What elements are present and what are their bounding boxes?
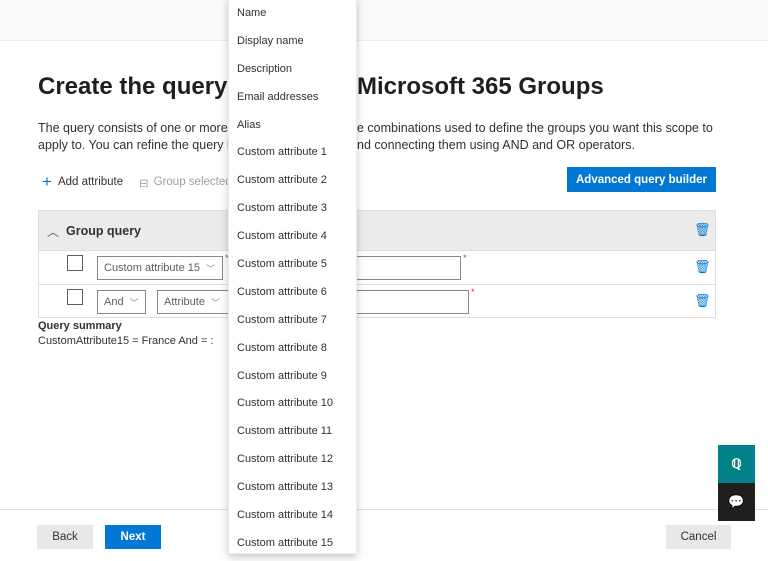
- group-query-title: Group query: [66, 224, 142, 238]
- page-title: Create the query: [38, 73, 228, 100]
- query-summary-text: CustomAttribute15 = France And = :: [38, 335, 214, 347]
- plus-icon: +: [42, 172, 52, 191]
- query-summary-label: Query summary: [38, 320, 122, 332]
- description: e combinations used to define the groups…: [357, 121, 713, 135]
- chevron-down-icon: ﹀: [129, 297, 139, 308]
- row-checkbox[interactable]: [67, 289, 83, 305]
- dropdown-option[interactable]: Description: [229, 55, 356, 83]
- dropdown-option[interactable]: Custom attribute 10: [229, 389, 356, 417]
- trash-icon[interactable]: 🗑: [694, 222, 711, 238]
- query-row: Custom attribute 15﹀ * e * 🗑: [39, 251, 715, 285]
- advanced-query-builder-button[interactable]: Advanced query builder: [567, 167, 716, 192]
- dropdown-option[interactable]: Custom attribute 2: [229, 166, 356, 194]
- cancel-button[interactable]: Cancel: [666, 525, 731, 549]
- required-marker: *: [471, 287, 475, 297]
- description: The query consists of one or more: [38, 121, 228, 135]
- dropdown-option[interactable]: Custom attribute 4: [229, 222, 356, 250]
- group-selected-button[interactable]: ⊟ Group selected: [139, 176, 232, 190]
- attribute-dropdown-menu: Name Display name Description Email address…: [228, 0, 357, 554]
- dropdown-option[interactable]: Name: [229, 0, 356, 27]
- top-strip: [0, 0, 768, 40]
- dropdown-option[interactable]: Custom attribute 7: [229, 306, 356, 334]
- row-checkbox[interactable]: [67, 255, 83, 271]
- add-attribute-button[interactable]: + Add attribute: [42, 172, 124, 191]
- dropdown-option[interactable]: Display name: [229, 27, 356, 55]
- description: apply to. You can refine the query b: [38, 138, 234, 152]
- dropdown-option[interactable]: Custom attribute 14: [229, 501, 356, 529]
- dropdown-option[interactable]: Custom attribute 6: [229, 278, 356, 306]
- dropdown-option[interactable]: Custom attribute 12: [229, 445, 356, 473]
- feedback-icon[interactable]: 💬: [718, 483, 755, 521]
- trash-icon[interactable]: 🗑: [694, 259, 711, 275]
- dropdown-option[interactable]: Custom attribute 11: [229, 417, 356, 445]
- chevron-down-icon: ﹀: [210, 297, 220, 308]
- dropdown-option[interactable]: Custom attribute 5: [229, 250, 356, 278]
- add-attribute-label: Add attribute: [57, 176, 124, 188]
- trash-icon[interactable]: 🗑: [694, 293, 711, 309]
- group-icon: ⊟: [139, 178, 149, 190]
- attribute-select[interactable]: Custom attribute 15 ﹀: [97, 256, 223, 280]
- chevron-up-icon[interactable]: ︿: [47, 223, 59, 240]
- dropdown-option[interactable]: Custom attribute 1: [229, 138, 356, 166]
- next-button[interactable]: Next: [105, 525, 161, 549]
- dropdown-option[interactable]: Alias: [229, 111, 356, 139]
- dropdown-option[interactable]: Custom attribute 9: [229, 362, 356, 390]
- help-headset-icon[interactable]: ℚ: [718, 445, 755, 483]
- query-row: And﹀ Attribute﹀ e * 🗑: [39, 285, 715, 319]
- group-selected-label: Group selected: [153, 176, 232, 188]
- dropdown-option[interactable]: Custom attribute 8: [229, 334, 356, 362]
- dropdown-option[interactable]: Custom attribute 13: [229, 473, 356, 501]
- description: nd connecting them using AND and OR oper…: [357, 138, 635, 152]
- dropdown-option[interactable]: Custom attribute 3: [229, 194, 356, 222]
- chevron-down-icon: ﹀: [206, 263, 216, 274]
- attribute-select[interactable]: Attribute ﹀: [157, 290, 231, 314]
- operator-select[interactable]: And ﹀: [97, 290, 146, 314]
- required-marker: *: [463, 253, 467, 263]
- page-title-end: Microsoft 365 Groups: [357, 73, 604, 100]
- back-button[interactable]: Back: [37, 525, 93, 549]
- dropdown-option[interactable]: Email addresses: [229, 83, 356, 111]
- group-query-panel: ︿ Group query 🗑 Custom attribute 15﹀ * e…: [38, 210, 716, 318]
- dropdown-option[interactable]: Custom attribute 15: [229, 529, 356, 557]
